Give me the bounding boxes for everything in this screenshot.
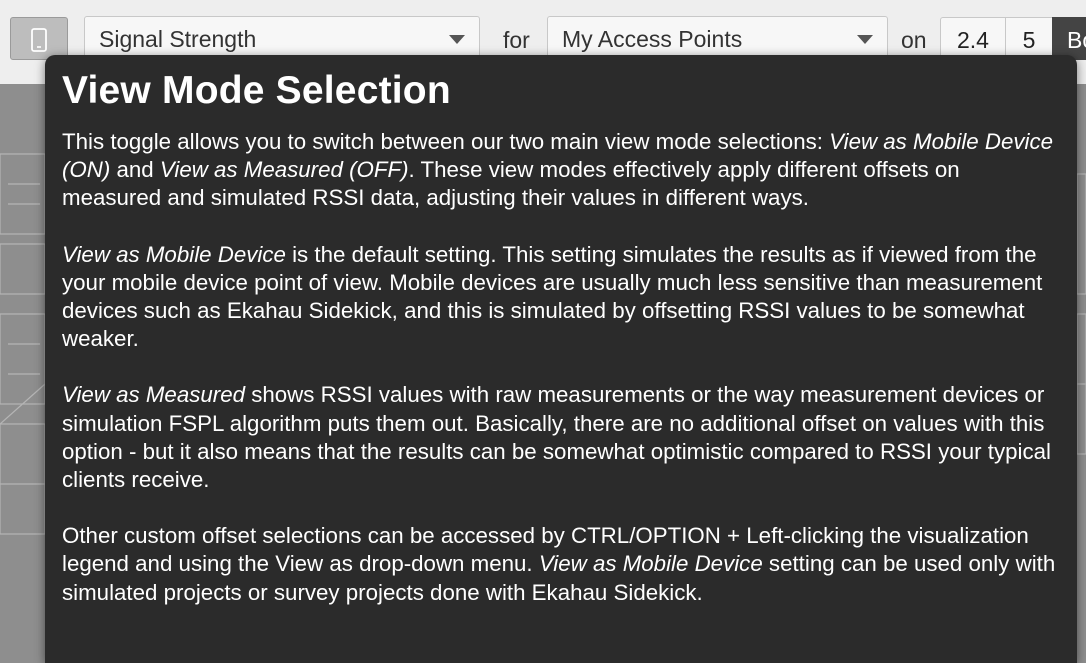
tooltip-paragraph-4: Other custom offset selections can be ac… xyxy=(62,522,1059,607)
metric-select[interactable]: Signal Strength xyxy=(84,16,480,60)
tooltip-title: View Mode Selection xyxy=(62,69,451,112)
for-label: for xyxy=(503,27,530,53)
tooltip-paragraph-2: View as Mobile Device is the default set… xyxy=(62,241,1059,354)
metric-select-value: Signal Strength xyxy=(99,26,257,52)
band-both-button[interactable]: Bo xyxy=(1052,17,1086,60)
access-points-select[interactable]: My Access Points xyxy=(547,16,888,60)
mobile-device-icon xyxy=(31,28,47,52)
tooltip-paragraph-1: This toggle allows you to switch between… xyxy=(62,128,1059,213)
emphasis-text: View as Mobile Device xyxy=(538,551,763,577)
emphasis-text: View as Mobile Device xyxy=(62,241,286,267)
view-as-mobile-toggle[interactable] xyxy=(10,17,68,60)
on-label: on xyxy=(901,27,927,53)
view-mode-tooltip: View Mode Selection This toggle allows y… xyxy=(45,55,1077,663)
chevron-down-icon xyxy=(857,35,873,44)
band-5-button[interactable]: 5 xyxy=(1005,17,1053,60)
text-span: and xyxy=(110,157,160,183)
emphasis-text: View as Measured (OFF) xyxy=(159,157,409,183)
access-points-select-value: My Access Points xyxy=(562,26,743,52)
text-span: This toggle allows you to switch between… xyxy=(62,129,830,154)
band-2-4-button[interactable]: 2.4 xyxy=(940,17,1006,60)
tooltip-paragraph-3: View as Measured shows RSSI values with … xyxy=(62,381,1059,494)
chevron-down-icon xyxy=(449,35,465,44)
emphasis-text: View as Measured xyxy=(62,382,246,408)
